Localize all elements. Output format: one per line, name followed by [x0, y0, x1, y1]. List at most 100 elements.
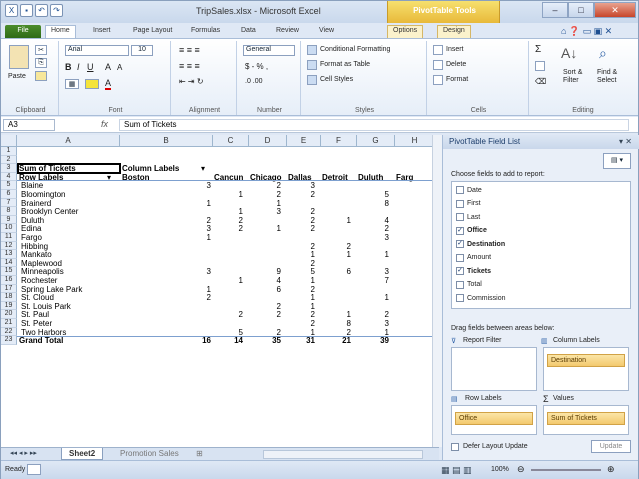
pivot-value[interactable]: 1: [223, 190, 243, 199]
column-header-e[interactable]: E: [287, 135, 321, 147]
pivot-value[interactable]: 3: [369, 233, 389, 242]
pivot-value[interactable]: 1: [369, 250, 389, 259]
format-table-icon[interactable]: [307, 60, 317, 70]
cut-icon[interactable]: ✂: [35, 45, 47, 55]
conditional-formatting-icon[interactable]: [307, 45, 317, 55]
defer-layout-checkbox[interactable]: [451, 443, 459, 451]
row-header[interactable]: 5: [1, 181, 17, 190]
currency-icon[interactable]: $ - % ,: [245, 62, 268, 71]
pivot-value[interactable]: 1: [331, 216, 351, 225]
row-header[interactable]: 13: [1, 250, 17, 259]
delete-cells-icon[interactable]: [433, 60, 443, 70]
row-header[interactable]: 19: [1, 301, 17, 311]
field-item[interactable]: Date: [456, 186, 482, 194]
column-header-a[interactable]: A: [17, 135, 120, 147]
excel-icon[interactable]: X: [5, 4, 18, 17]
field-item[interactable]: ✓ Destination: [456, 240, 505, 248]
zoom-out-icon[interactable]: ⊖: [517, 464, 525, 475]
sort-filter-button[interactable]: Sort & Filter: [563, 69, 593, 85]
tab-file[interactable]: File: [5, 25, 41, 38]
zoom-level[interactable]: 100%: [491, 466, 509, 473]
grand-total-value[interactable]: 21: [331, 336, 351, 345]
row-header[interactable]: 14: [1, 258, 17, 268]
checkbox[interactable]: [456, 294, 464, 302]
grand-total-value[interactable]: 16: [187, 336, 211, 345]
report-filter-area[interactable]: [451, 347, 537, 391]
shrink-font-icon[interactable]: A: [117, 63, 122, 72]
row-header[interactable]: 12: [1, 241, 17, 251]
bold-icon[interactable]: B: [65, 62, 72, 72]
field-item[interactable]: Amount: [456, 253, 491, 262]
pivot-value[interactable]: 1: [187, 233, 211, 242]
sort-filter-icon[interactable]: A↓: [561, 45, 577, 61]
sheet-tab-promotion-sales[interactable]: Promotion Sales: [113, 448, 186, 460]
office-chip[interactable]: Office: [455, 412, 533, 425]
pivot-value[interactable]: 6: [261, 285, 281, 294]
field-item[interactable]: ✓ Office: [456, 226, 487, 235]
cell-styles-button[interactable]: Cell Styles: [320, 76, 353, 83]
pivot-value[interactable]: 1: [369, 293, 389, 302]
view-buttons-icon[interactable]: ▦ ▤ ▥: [441, 465, 472, 476]
pivot-value[interactable]: 1: [187, 199, 211, 208]
pivot-value[interactable]: 2: [295, 190, 315, 199]
pivot-value[interactable]: 3: [261, 207, 281, 216]
sum-of-tickets-chip[interactable]: Sum of Tickets: [547, 412, 625, 425]
pivot-value[interactable]: 7: [369, 276, 389, 285]
row-header[interactable]: 7: [1, 198, 17, 208]
cell-styles-icon[interactable]: [307, 75, 317, 85]
checked-checkbox[interactable]: ✓: [456, 226, 464, 235]
font-name-select[interactable]: Arial: [65, 45, 129, 56]
row-header[interactable]: 10: [1, 224, 17, 233]
paste-icon[interactable]: [9, 45, 29, 69]
column-labels-area[interactable]: Destination: [543, 347, 629, 391]
sheet-nav-arrows-icon[interactable]: ◂◂ ◂ ▸ ▸▸: [3, 448, 44, 460]
column-header-h[interactable]: H: [395, 135, 435, 147]
grand-total-value[interactable]: 14: [223, 336, 243, 345]
worksheet-grid[interactable]: A B C D E F G H 1 2 3 4 5 6 7 8 9 10 11 12 13 14 15 16 1…: [1, 135, 439, 447]
formula-input[interactable]: Sum of Tickets: [119, 119, 629, 131]
pivot-value[interactable]: 8: [369, 199, 389, 208]
format-cells-icon[interactable]: [433, 75, 443, 85]
format-button[interactable]: Format: [446, 76, 468, 83]
find-icon[interactable]: ⌕: [599, 45, 607, 62]
field-item[interactable]: Last: [456, 213, 480, 221]
pivot-value[interactable]: 2: [223, 224, 243, 233]
align-left-icon[interactable]: ≡ ≡ ≡: [179, 61, 200, 71]
horizontal-scrollbar[interactable]: [263, 450, 423, 459]
pivot-value[interactable]: 1: [223, 276, 243, 285]
insert-button[interactable]: Insert: [446, 46, 464, 53]
tab-design[interactable]: Design: [437, 25, 471, 38]
name-box[interactable]: A3: [3, 119, 55, 131]
values-area[interactable]: Sum of Tickets: [543, 405, 629, 435]
align-top-icon[interactable]: ≡ ≡ ≡: [179, 45, 200, 55]
insert-cells-icon[interactable]: [433, 45, 443, 55]
pivot-value[interactable]: 3: [187, 181, 211, 190]
checkbox[interactable]: [456, 213, 464, 221]
field-item[interactable]: Total: [456, 280, 482, 289]
save-icon[interactable]: ▪: [20, 4, 33, 17]
close-button[interactable]: ✕: [594, 2, 636, 18]
pivot-value[interactable]: 2: [187, 293, 211, 302]
select-all-corner[interactable]: [1, 135, 17, 147]
row-header[interactable]: 9: [1, 215, 17, 225]
pivot-value[interactable]: 2: [223, 310, 243, 319]
row-header[interactable]: 2: [1, 155, 17, 165]
decimal-icon[interactable]: .0 .00: [245, 78, 263, 85]
column-header-c[interactable]: C: [213, 135, 249, 147]
row-header[interactable]: 16: [1, 276, 17, 285]
row-header[interactable]: 17: [1, 284, 17, 294]
macro-record-icon[interactable]: [27, 464, 41, 475]
row-header[interactable]: 8: [1, 207, 17, 216]
row-header[interactable]: 3: [1, 164, 17, 173]
copy-icon[interactable]: ⎘: [35, 58, 47, 68]
row-header[interactable]: 1: [1, 147, 17, 156]
row-header[interactable]: 11: [1, 233, 17, 242]
delete-button[interactable]: Delete: [446, 61, 466, 68]
checked-checkbox[interactable]: ✓: [456, 267, 464, 275]
row-header[interactable]: 15: [1, 267, 17, 276]
row-header[interactable]: 23: [1, 336, 17, 345]
minimize-button[interactable]: –: [542, 2, 568, 18]
tab-options[interactable]: Options: [387, 25, 424, 38]
field-item[interactable]: ✓ Tickets: [456, 267, 491, 275]
checked-checkbox[interactable]: ✓: [456, 240, 464, 248]
